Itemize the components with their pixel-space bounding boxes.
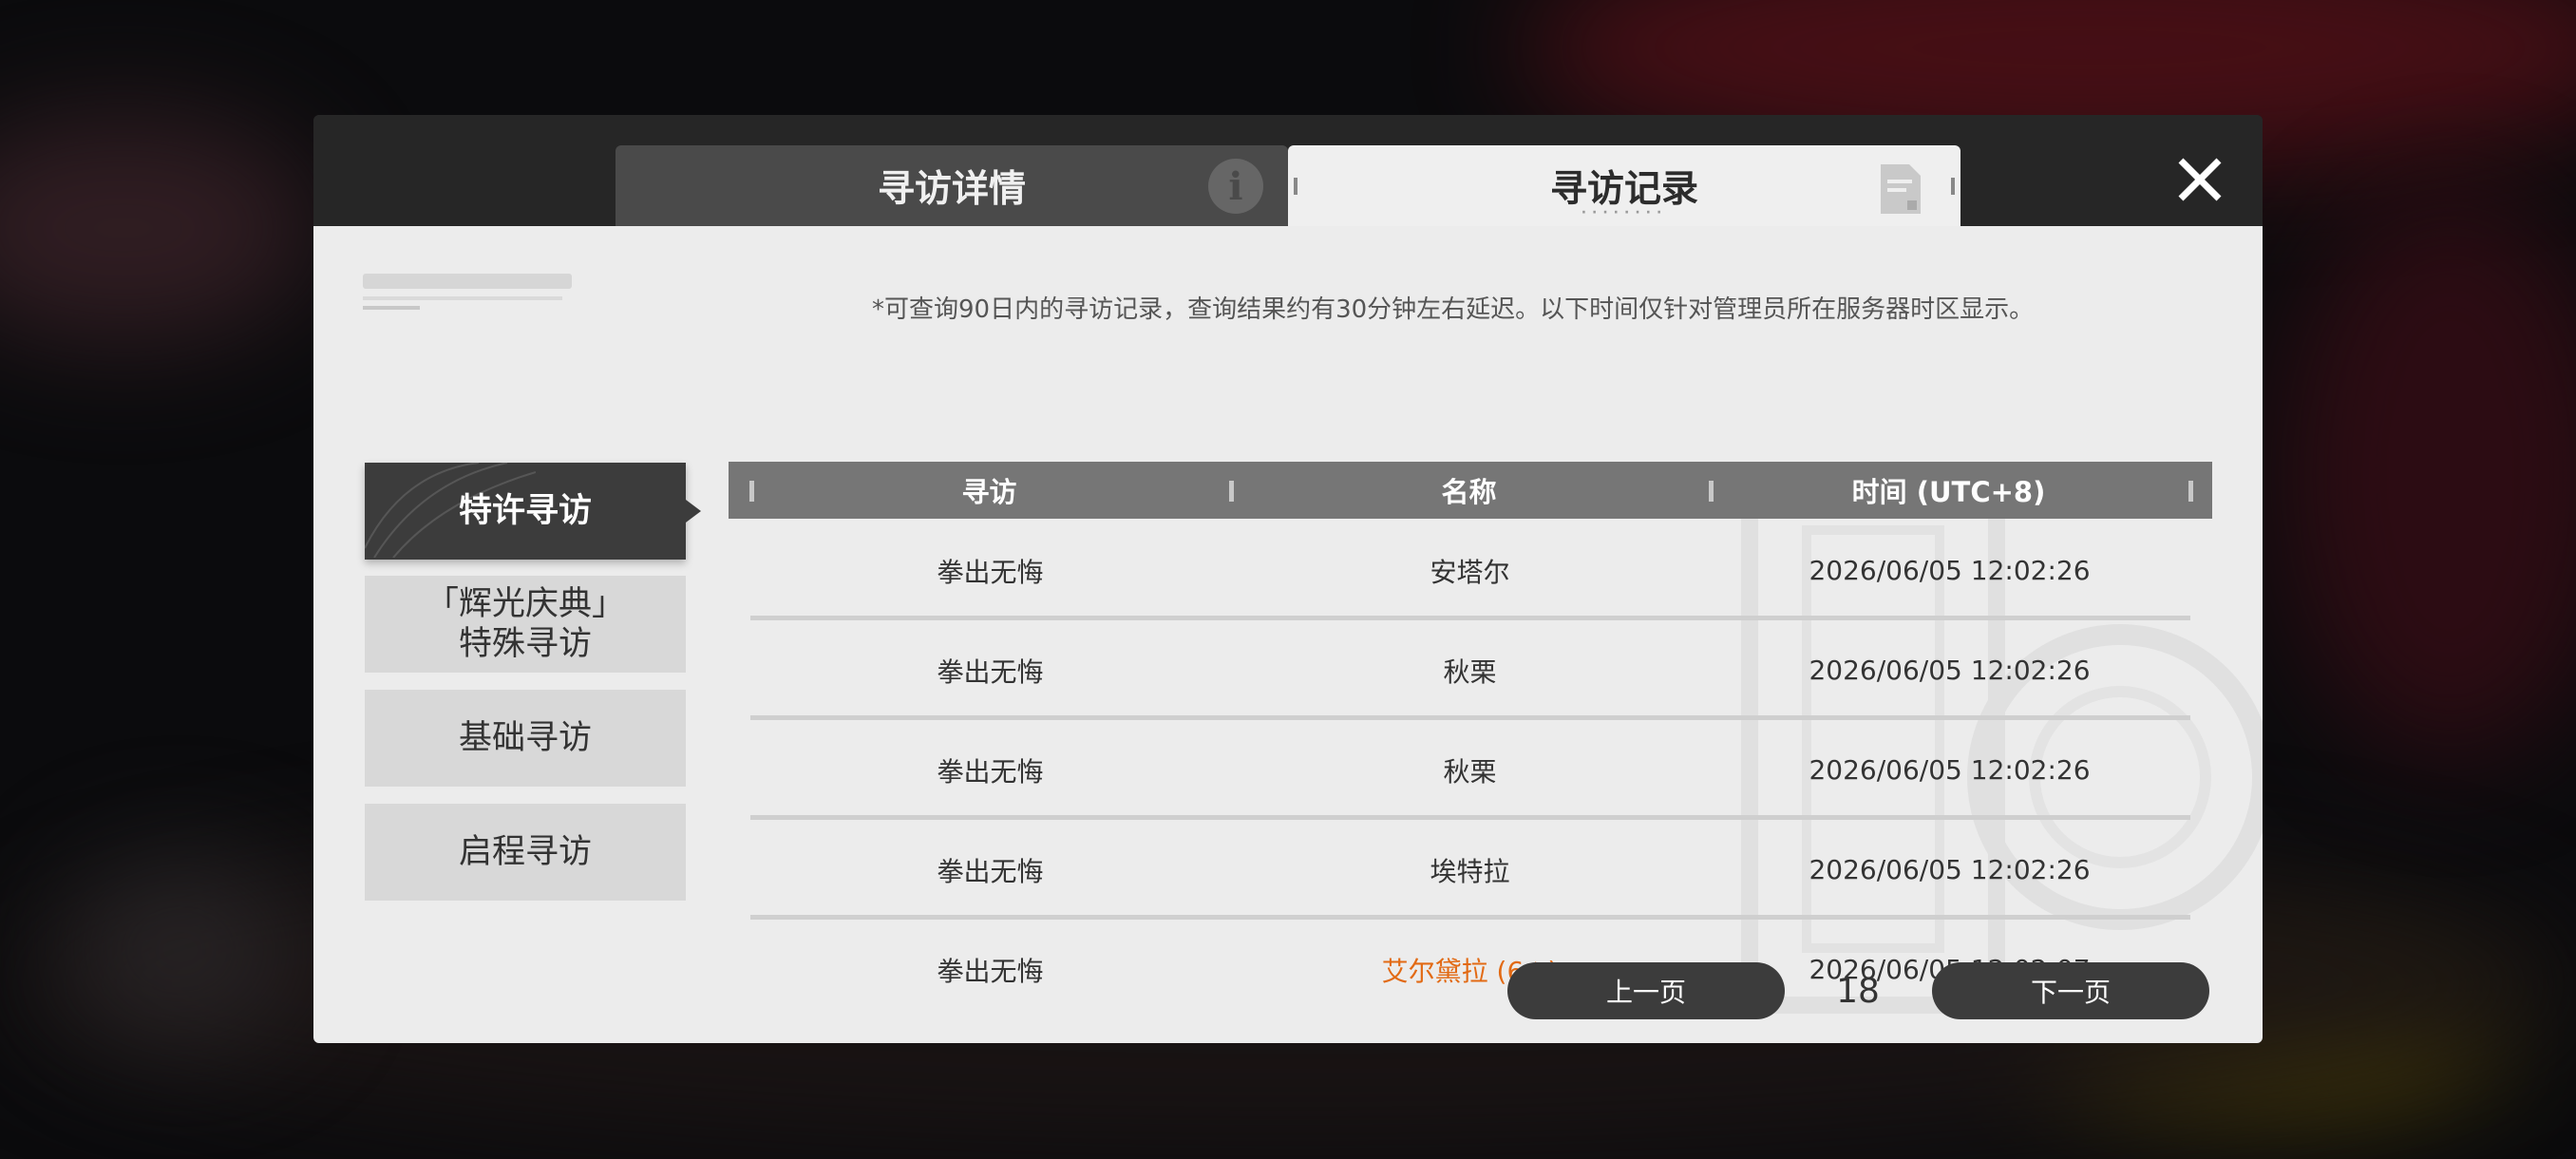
- sidebar-item-basic[interactable]: 基础寻访: [365, 690, 686, 787]
- time-cell: 2026/06/05 12:02:26: [1809, 555, 2091, 586]
- tab-active-indicator: ········: [1581, 205, 1668, 220]
- sidebar-item-label: 「辉光庆典」 特殊寻访: [425, 585, 625, 663]
- name-cell: 秋栗: [1443, 656, 1497, 688]
- sidebar-item-label: 特许寻访: [458, 492, 592, 530]
- close-icon[interactable]: [2173, 153, 2226, 206]
- time-cell: 2026/06/05 12:02:26: [1809, 854, 2091, 885]
- tab-records[interactable]: 寻访记录 ········: [1288, 145, 1960, 226]
- logo-strip: [363, 274, 572, 310]
- sidebar-item-starter[interactable]: 启程寻访: [365, 804, 686, 901]
- active-pointer-icon: [686, 500, 701, 522]
- table-row: 拳出无悔 秋栗 2026/06/05 12:02:26: [750, 620, 2190, 720]
- name-cell: 秋栗: [1443, 755, 1497, 788]
- column-header-name: 名称: [1441, 476, 1497, 508]
- page-number: 18: [1836, 971, 1880, 1011]
- sidebar-item-label: 基础寻访: [458, 719, 592, 757]
- sidebar-item-label: 启程寻访: [458, 833, 592, 871]
- sidebar-item-special-permit[interactable]: 特许寻访: [365, 463, 701, 560]
- pool-cell: 拳出无悔: [937, 955, 1044, 987]
- pool-cell: 拳出无悔: [937, 755, 1044, 788]
- table-header: 寻访 名称 时间 (UTC+8): [729, 462, 2212, 519]
- gacha-history-dialog: 寻访详情 i 寻访记录 ········ 特许寻访 「辉光庆典」 特殊寻访 基础…: [313, 115, 2263, 1043]
- tab-details-label: 寻访详情: [877, 167, 1026, 211]
- column-header-pool: 寻访: [961, 476, 1017, 508]
- info-icon[interactable]: i: [1208, 159, 1263, 214]
- query-notice: *可查询90日内的寻访记录，查询结果约有30分钟左右延迟。以下时间仅针对管理员所…: [872, 295, 2035, 324]
- next-page-button[interactable]: 下一页: [1932, 962, 2209, 1019]
- pool-cell: 拳出无悔: [937, 656, 1044, 688]
- tab-details[interactable]: 寻访详情 i: [616, 145, 1288, 226]
- document-icon: [1881, 164, 1921, 214]
- table-row: 拳出无悔 埃特拉 2026/06/05 12:02:26: [750, 820, 2190, 920]
- table-row: 拳出无悔 安塔尔 2026/06/05 12:02:26: [750, 521, 2190, 620]
- table-row: 拳出无悔 秋栗 2026/06/05 12:02:26: [750, 720, 2190, 820]
- column-header-time: 时间 (UTC+8): [1851, 476, 2046, 508]
- records-panel: 特许寻访 「辉光庆典」 特殊寻访 基础寻访 启程寻访 *可查询90日内的寻访记录…: [313, 226, 2263, 1043]
- time-cell: 2026/06/05 12:02:26: [1809, 754, 2091, 786]
- pool-cell: 拳出无悔: [937, 556, 1044, 588]
- name-cell: 埃特拉: [1430, 855, 1510, 887]
- tab-bar: 寻访详情 i 寻访记录 ········: [313, 115, 2263, 226]
- name-cell: 安塔尔: [1430, 556, 1510, 588]
- time-cell: 2026/06/05 12:02:26: [1809, 655, 2091, 686]
- sidebar-item-radiance-festival[interactable]: 「辉光庆典」 特殊寻访: [365, 576, 686, 673]
- prev-page-button[interactable]: 上一页: [1507, 962, 1785, 1019]
- pool-cell: 拳出无悔: [937, 855, 1044, 887]
